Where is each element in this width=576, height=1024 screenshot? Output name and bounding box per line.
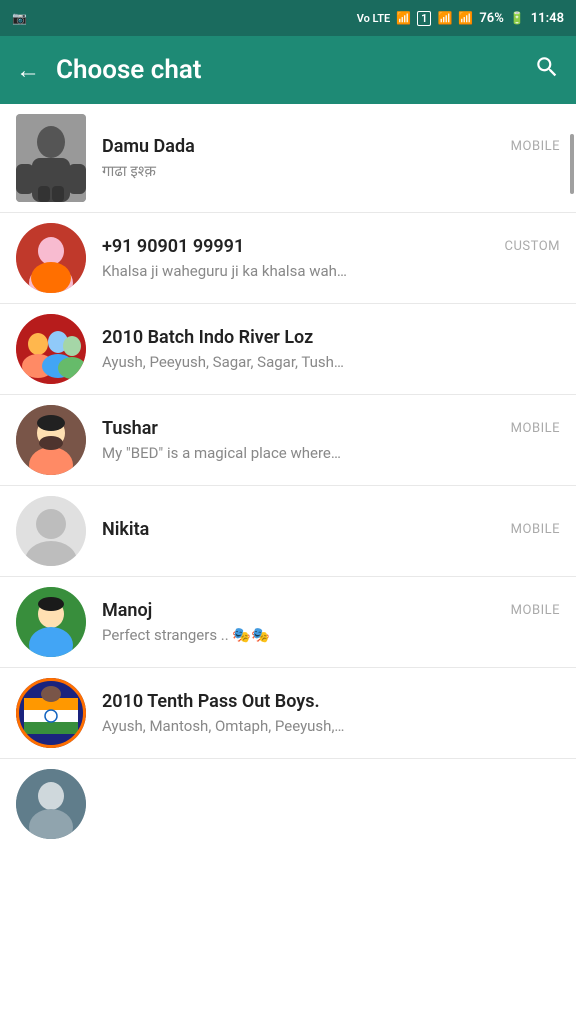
avatar-damu-dada — [16, 114, 86, 202]
contact-status-tushar: My "BED" is a magical place where… — [102, 444, 341, 462]
name-row-nikita: Nikita MOBILE — [102, 519, 560, 540]
contact-list: Damu Dada MOBILE गाढा इश्क़ +91 90901 — [0, 104, 576, 849]
contact-info-tushar: Tushar MOBILE My "BED" is a magical plac… — [102, 418, 560, 462]
name-row-manoj: Manoj MOBILE — [102, 600, 560, 621]
contact-name-batch2010: 2010 Batch Indo River Loz — [102, 327, 313, 348]
avatar-unknown — [16, 223, 86, 293]
contact-type-manoj: MOBILE — [511, 603, 560, 618]
contact-info-damu-dada: Damu Dada MOBILE गाढा इश्क़ — [102, 136, 560, 181]
contact-status-unknown: Khalsa ji waheguru ji ka khalsa wah… — [102, 262, 347, 280]
signal-icon-1: 📶 — [437, 11, 452, 25]
status-bar: 📷 Vo LTE 📶 1 📶 📶 76% 🔋 11:48 — [0, 0, 576, 36]
contact-item-nikita[interactable]: Nikita MOBILE — [0, 486, 576, 577]
contact-name-unknown: +91 90901 99991 — [102, 236, 244, 257]
contact-name-tenth-pass: 2010 Tenth Pass Out Boys. — [102, 691, 320, 712]
battery-icon: 🔋 — [510, 11, 525, 25]
contact-item-damu-dada[interactable]: Damu Dada MOBILE गाढा इश्क़ — [0, 104, 576, 213]
signal-icon-2: 📶 — [458, 11, 473, 25]
contact-info-batch2010: 2010 Batch Indo River Loz Ayush, Peeyush… — [102, 327, 560, 371]
avatar-partial — [16, 769, 86, 839]
contact-item-partial[interactable] — [0, 759, 576, 849]
contact-info-manoj: Manoj MOBILE Perfect strangers .. 🎭🎭 — [102, 600, 560, 644]
avatar-manoj — [16, 587, 86, 657]
avatar-tushar — [16, 405, 86, 475]
avatar-nikita — [16, 496, 86, 566]
name-row-tenth-pass: 2010 Tenth Pass Out Boys. — [102, 691, 560, 712]
contact-info-unknown: +91 90901 99991 CUSTOM Khalsa ji wahegur… — [102, 236, 560, 280]
contact-item-batch2010[interactable]: 2010 Batch Indo River Loz Ayush, Peeyush… — [0, 304, 576, 395]
contact-type-unknown: CUSTOM — [505, 239, 560, 254]
back-button[interactable]: ← — [16, 56, 40, 85]
contact-item-manoj[interactable]: Manoj MOBILE Perfect strangers .. 🎭🎭 — [0, 577, 576, 668]
avatar-batch2010 — [16, 314, 86, 384]
volte-indicator: Vo LTE — [357, 12, 391, 25]
wifi-icon: 📶 — [396, 11, 411, 25]
contact-type-nikita: MOBILE — [511, 522, 560, 537]
header: ← Choose chat — [0, 36, 576, 104]
scrollbar-track[interactable] — [570, 104, 574, 849]
contact-name-manoj: Manoj — [102, 600, 152, 621]
camera-icon: 📷 — [12, 11, 27, 25]
contact-info-nikita: Nikita MOBILE — [102, 519, 560, 544]
avatar-tenth-pass — [16, 678, 86, 748]
contact-type-damu-dada: MOBILE — [511, 139, 560, 154]
contact-type-tushar: MOBILE — [511, 421, 560, 436]
contact-item-tenth-pass[interactable]: 2010 Tenth Pass Out Boys. Ayush, Mantosh… — [0, 668, 576, 759]
page-title: Choose chat — [56, 55, 518, 85]
contact-status-manoj: Perfect strangers .. 🎭🎭 — [102, 626, 270, 644]
contact-status-damu-dada: गाढा इश्क़ — [102, 162, 156, 180]
contact-info-tenth-pass: 2010 Tenth Pass Out Boys. Ayush, Mantosh… — [102, 691, 560, 735]
scrollbar-thumb[interactable] — [570, 134, 574, 194]
contact-item-tushar[interactable]: Tushar MOBILE My "BED" is a magical plac… — [0, 395, 576, 486]
name-row-damu-dada: Damu Dada MOBILE — [102, 136, 560, 157]
contact-item-unknown[interactable]: +91 90901 99991 CUSTOM Khalsa ji wahegur… — [0, 213, 576, 304]
contact-status-tenth-pass: Ayush, Mantosh, Omtaph, Peeyush,… — [102, 717, 344, 735]
contact-name-tushar: Tushar — [102, 418, 158, 439]
name-row-batch2010: 2010 Batch Indo River Loz — [102, 327, 560, 348]
search-button[interactable] — [534, 54, 560, 86]
sim-indicator: 1 — [417, 11, 431, 26]
name-row-unknown: +91 90901 99991 CUSTOM — [102, 236, 560, 257]
contact-status-batch2010: Ayush, Peeyush, Sagar, Sagar, Tush… — [102, 353, 344, 371]
battery-indicator: 76% — [479, 11, 503, 26]
time-display: 11:48 — [531, 11, 564, 26]
contact-name-damu-dada: Damu Dada — [102, 136, 195, 157]
name-row-tushar: Tushar MOBILE — [102, 418, 560, 439]
contact-list-container: Damu Dada MOBILE गाढा इश्क़ +91 90901 — [0, 104, 576, 849]
contact-name-nikita: Nikita — [102, 519, 149, 540]
